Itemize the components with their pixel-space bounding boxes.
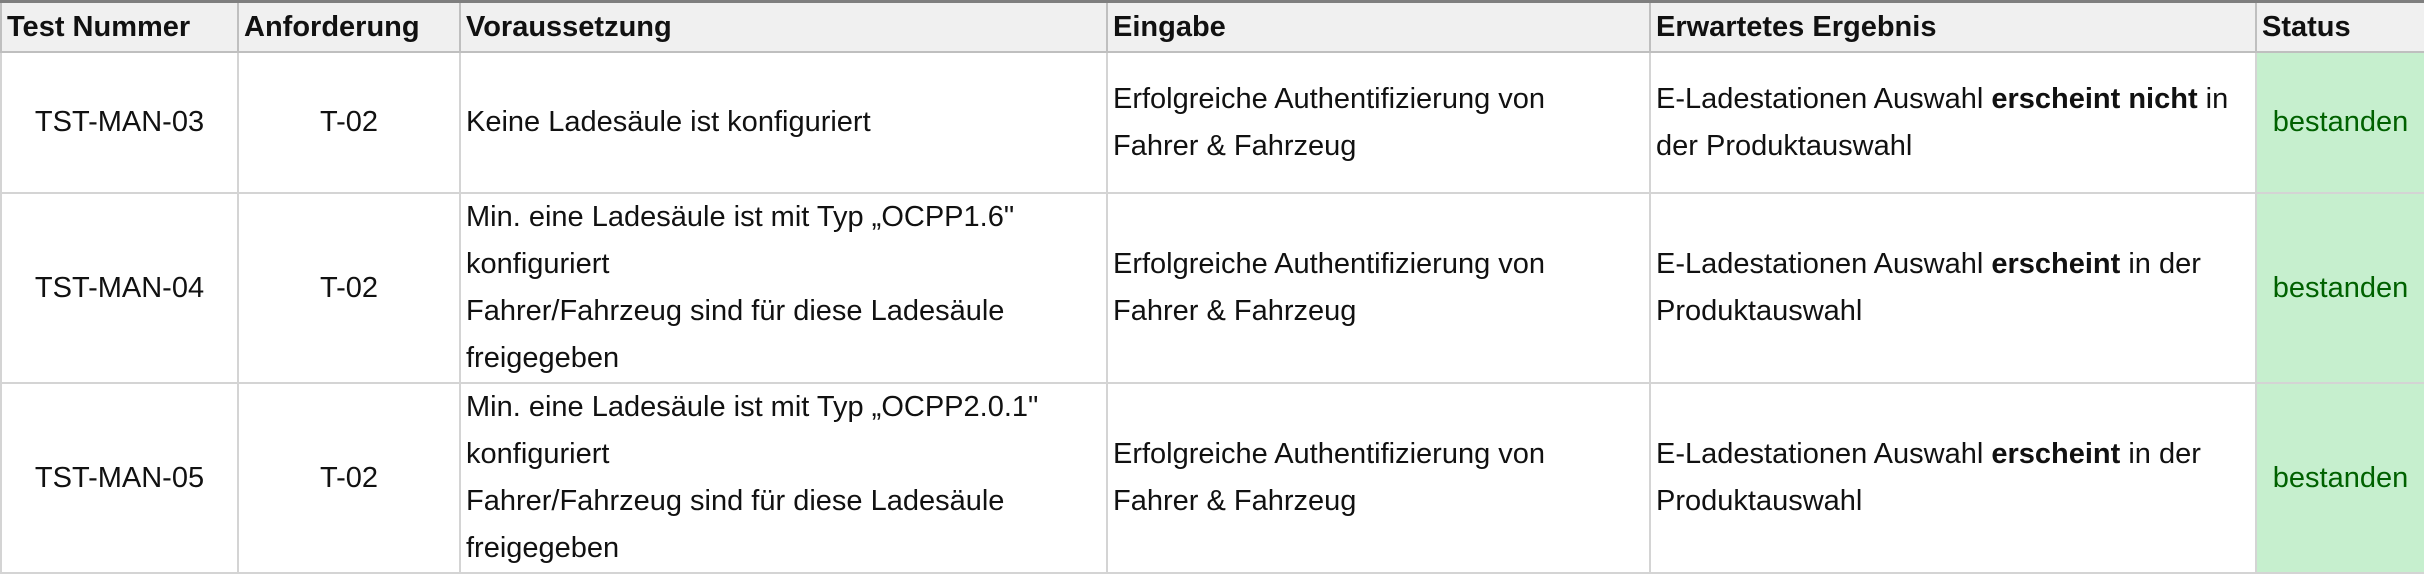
table-row: TST-MAN-05 T-02 Min. eine Ladesäule ist … xyxy=(0,382,2424,574)
header-anforderung: Anforderung xyxy=(237,0,461,53)
voraussetzung-line: freigegeben xyxy=(466,532,620,564)
status-badge: bestanden xyxy=(2255,382,2424,574)
voraussetzung-line: Fahrer/Fahrzeug sind für diese Ladesäule xyxy=(466,485,1005,517)
ergebnis-text: E-Ladestationen Auswahl xyxy=(1656,248,1992,280)
cell-erwartetes-ergebnis: E-Ladestationen Auswahl erscheint in der… xyxy=(1649,382,2257,574)
ergebnis-text: E-Ladestationen Auswahl xyxy=(1656,438,1992,470)
cell-eingabe: Erfolgreiche Authentifizierung von Fahre… xyxy=(1106,51,1651,194)
cell-erwartetes-ergebnis: E-Ladestationen Auswahl erscheint in der… xyxy=(1649,192,2257,384)
eingabe-line: Fahrer & Fahrzeug xyxy=(1113,485,1357,517)
cell-erwartetes-ergebnis: E-Ladestationen Auswahl erscheint nicht … xyxy=(1649,51,2257,194)
voraussetzung-line: freigegeben xyxy=(466,342,620,374)
voraussetzung-line: Fahrer/Fahrzeug sind für diese Ladesäule xyxy=(466,295,1005,327)
header-row: Test Nummer Anforderung Voraussetzung Ei… xyxy=(0,0,2424,53)
cell-voraussetzung: Min. eine Ladesäule ist mit Typ „OCPP2.0… xyxy=(459,382,1108,574)
cell-test-nummer: TST-MAN-03 xyxy=(0,51,239,194)
cell-test-nummer: TST-MAN-04 xyxy=(0,192,239,384)
eingabe-line: Erfolgreiche Authentifizierung von xyxy=(1113,248,1546,280)
header-eingabe: Eingabe xyxy=(1106,0,1651,53)
voraussetzung-line: Keine Ladesäule ist konfiguriert xyxy=(466,106,871,138)
voraussetzung-line: konfiguriert xyxy=(466,248,610,280)
eingabe-line: Fahrer & Fahrzeug xyxy=(1113,295,1357,327)
ergebnis-text: E-Ladestationen Auswahl xyxy=(1656,82,1992,115)
cell-eingabe: Erfolgreiche Authentifizierung von Fahre… xyxy=(1106,382,1651,574)
status-badge: bestanden xyxy=(2255,192,2424,384)
table-row: TST-MAN-04 T-02 Min. eine Ladesäule ist … xyxy=(0,192,2424,384)
cell-eingabe: Erfolgreiche Authentifizierung von Fahre… xyxy=(1106,192,1651,384)
header-erwartetes-ergebnis: Erwartetes Ergebnis xyxy=(1649,0,2257,53)
cell-test-nummer: TST-MAN-05 xyxy=(0,382,239,574)
cell-voraussetzung: Min. eine Ladesäule ist mit Typ „OCPP1.6… xyxy=(459,192,1108,384)
table-row: TST-MAN-03 T-02 Keine Ladesäule ist konf… xyxy=(0,51,2424,194)
ergebnis-emphasis: erscheint xyxy=(1991,248,2121,280)
cell-anforderung: T-02 xyxy=(237,382,461,574)
cell-anforderung: T-02 xyxy=(237,51,461,194)
header-voraussetzung: Voraussetzung xyxy=(459,0,1108,53)
status-badge: bestanden xyxy=(2255,51,2424,194)
voraussetzung-line: konfiguriert xyxy=(466,438,610,470)
eingabe-line: Erfolgreiche Authentifizierung von xyxy=(1113,82,1546,115)
cell-anforderung: T-02 xyxy=(237,192,461,384)
ergebnis-emphasis: erscheint xyxy=(1991,438,2121,470)
cell-voraussetzung: Keine Ladesäule ist konfiguriert xyxy=(459,51,1108,194)
header-status: Status xyxy=(2255,0,2424,53)
voraussetzung-line: Min. eine Ladesäule ist mit Typ „OCPP1.6… xyxy=(466,201,1015,233)
ergebnis-emphasis: erscheint nicht xyxy=(1991,82,2198,115)
header-test-nummer: Test Nummer xyxy=(0,0,239,53)
voraussetzung-line: Min. eine Ladesäule ist mit Typ „OCPP2.0… xyxy=(466,391,1039,423)
eingabe-line: Erfolgreiche Authentifizierung von xyxy=(1113,438,1546,470)
eingabe-line: Fahrer & Fahrzeug xyxy=(1113,129,1357,162)
test-case-table: Test Nummer Anforderung Voraussetzung Ei… xyxy=(0,0,2424,574)
